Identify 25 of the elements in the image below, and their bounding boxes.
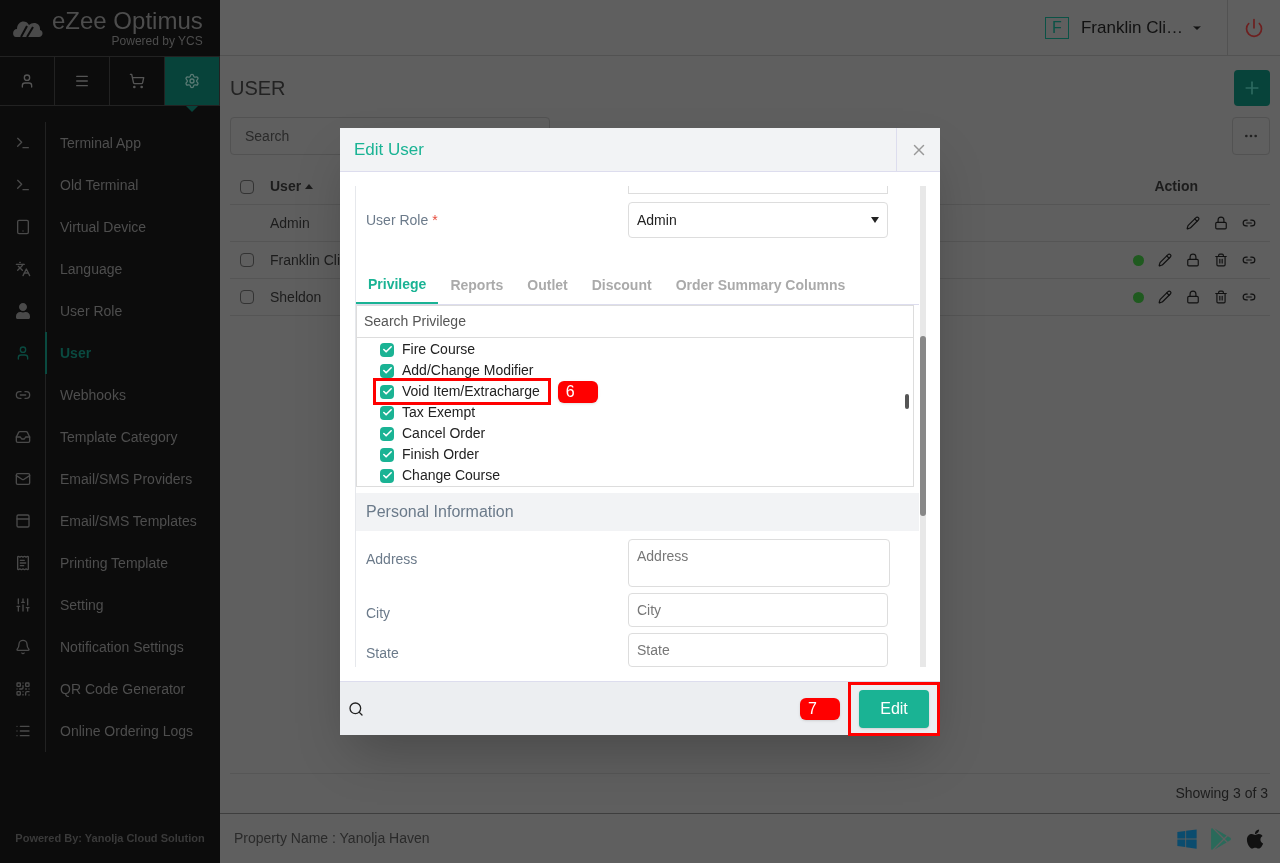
table-cell-text: Admin: [270, 213, 310, 233]
brand-tagline: Powered by YCS: [111, 35, 203, 47]
section-header: Personal Information: [356, 493, 919, 531]
privilege-label: Fire Course: [402, 340, 477, 360]
privilege-label: Add/Change Modifier: [402, 361, 535, 381]
annotation-badge: 7: [800, 697, 840, 720]
page-title: USER: [230, 76, 286, 101]
table-cell-text: Franklin Cli: [270, 250, 340, 270]
dialog-title: Edit User: [353, 138, 425, 161]
privilege-label: Cancel Order: [402, 424, 487, 444]
pagination-text: Showing 3 of 3: [1175, 784, 1268, 803]
required-mark: *: [432, 210, 438, 230]
privilege-label: Change Course: [402, 466, 502, 486]
privilege-label: Void Item/Extracharge: [402, 382, 541, 402]
column-header: Action: [1154, 177, 1198, 196]
field-label: Address: [365, 550, 419, 569]
field-label: User Role: [366, 210, 429, 230]
field-label: City: [365, 604, 392, 623]
annotation-badge: 6: [557, 380, 598, 403]
privilege-label: Tax Exempt: [402, 403, 477, 423]
table-cell-text: Sheldon: [270, 287, 322, 307]
brand-name: eZee Optimus: [52, 9, 203, 33]
avatar-letter: F: [1044, 16, 1069, 39]
field-label: State: [365, 644, 400, 663]
privilege-label: Finish Order: [402, 445, 481, 465]
